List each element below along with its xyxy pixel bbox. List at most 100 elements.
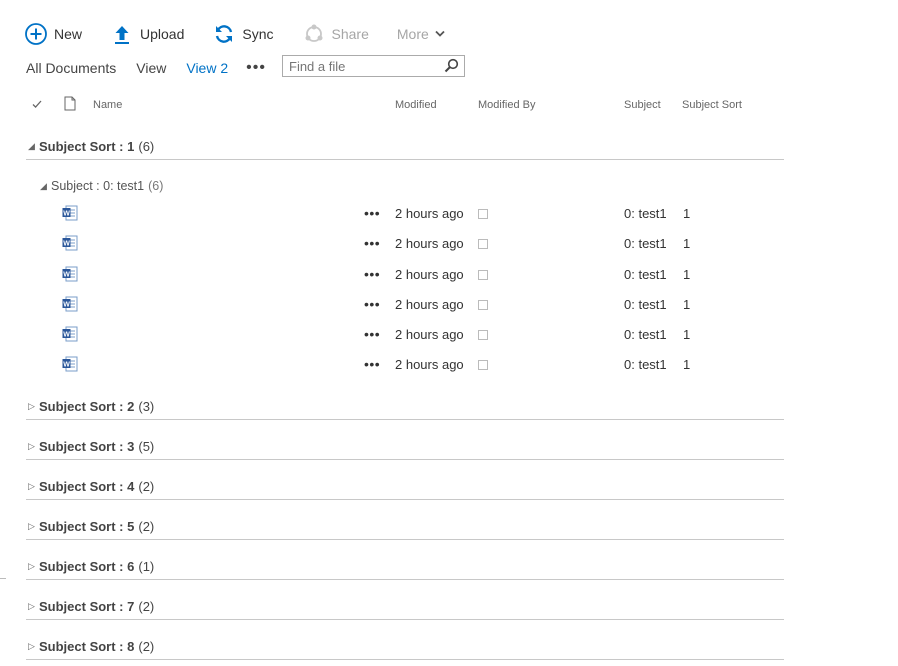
group-label: Subject Sort : 8 — [39, 639, 135, 654]
modified-by-checkbox[interactable] — [478, 239, 488, 249]
group-count: (3) — [138, 399, 155, 414]
column-subject[interactable]: Subject — [624, 99, 661, 111]
find-a-file-search — [282, 55, 465, 77]
row-ellipsis-icon[interactable]: ••• — [364, 296, 380, 312]
table-row[interactable]: W ••• 2 hours ago 0: test1 1 — [26, 260, 784, 290]
new-button[interactable]: New — [24, 22, 82, 46]
modified-by-checkbox[interactable] — [478, 360, 488, 370]
plus-circle-icon — [24, 22, 48, 46]
more-label: More — [396, 26, 429, 42]
subgroup-count: (6) — [148, 179, 164, 193]
search-input[interactable] — [283, 56, 439, 76]
modified-value: 2 hours ago — [395, 236, 464, 251]
modified-by-checkbox[interactable] — [478, 330, 488, 340]
upload-button[interactable]: Upload — [110, 22, 184, 46]
search-icon[interactable] — [444, 58, 459, 78]
view-view[interactable]: View — [136, 60, 166, 76]
upload-arrow-icon — [110, 22, 134, 46]
column-modified[interactable]: Modified — [395, 99, 437, 111]
group-label: Subject Sort : 3 — [39, 439, 135, 454]
subject-sort-value: 1 — [683, 267, 691, 282]
caret-right-icon: ▷ — [28, 521, 35, 531]
group-title: ▷ Subject Sort : 6 (1) — [28, 559, 154, 574]
table-row[interactable]: W ••• 2 hours ago 0: test1 1 — [26, 350, 784, 380]
chevron-down-icon — [435, 30, 445, 38]
subject-value: 0: test1 — [624, 236, 667, 251]
group-count: (2) — [138, 639, 155, 654]
select-all-checkmark-icon[interactable] — [32, 99, 42, 112]
word-document-icon[interactable]: W — [62, 235, 78, 254]
group-header-5[interactable]: ▷ Subject Sort : 5 (2) — [26, 513, 784, 540]
word-document-icon[interactable]: W — [62, 326, 78, 345]
subject-sort-value: 1 — [683, 357, 691, 372]
caret-right-icon: ▷ — [28, 641, 35, 651]
word-document-icon[interactable]: W — [62, 266, 78, 285]
row-ellipsis-icon[interactable]: ••• — [364, 266, 380, 282]
group-header-4[interactable]: ▷ Subject Sort : 4 (2) — [26, 473, 784, 500]
file-type-header-icon[interactable] — [64, 96, 76, 114]
caret-right-icon: ▷ — [28, 481, 35, 491]
more-button[interactable]: More — [397, 26, 445, 42]
row-ellipsis-icon[interactable]: ••• — [364, 235, 380, 251]
group-title: ▷ Subject Sort : 2 (3) — [28, 399, 154, 414]
sync-icon — [212, 22, 236, 46]
group-label: Subject Sort : 2 — [39, 399, 135, 414]
word-document-icon[interactable]: W — [62, 356, 78, 375]
view-switcher: All Documents View View 2 ••• — [26, 58, 266, 78]
more-views-ellipsis-icon[interactable]: ••• — [246, 59, 266, 77]
subject-value: 0: test1 — [624, 297, 667, 312]
command-toolbar: New Upload Sync Share More — [24, 20, 473, 48]
group-header-1[interactable]: ◢ Subject Sort : 1 (6) — [26, 133, 784, 160]
group-title: ▷ Subject Sort : 8 (2) — [28, 639, 154, 654]
table-row[interactable]: W ••• 2 hours ago 0: test1 1 — [26, 290, 784, 320]
group-label: Subject Sort : 5 — [39, 519, 135, 534]
row-ellipsis-icon[interactable]: ••• — [364, 356, 380, 372]
table-row[interactable]: W ••• 2 hours ago 0: test1 1 — [26, 320, 784, 350]
modified-value: 2 hours ago — [395, 206, 464, 221]
modified-by-checkbox[interactable] — [478, 209, 488, 219]
caret-down-icon: ◢ — [28, 141, 35, 151]
share-label: Share — [331, 26, 369, 42]
row-ellipsis-icon[interactable]: ••• — [364, 326, 380, 342]
group-count: (2) — [138, 519, 155, 534]
modified-value: 2 hours ago — [395, 267, 464, 282]
group-count: (2) — [138, 599, 155, 614]
row-ellipsis-icon[interactable]: ••• — [364, 205, 380, 221]
subgroup-header[interactable]: ◢ Subject : 0: test1 (6) — [40, 179, 163, 193]
group-header-6[interactable]: ▷ Subject Sort : 6 (1) — [26, 553, 784, 580]
word-document-icon[interactable]: W — [62, 205, 78, 224]
column-subject-sort[interactable]: Subject Sort — [682, 99, 742, 111]
caret-down-icon: ◢ — [40, 180, 47, 191]
column-header-row: Name Modified Modified By Subject Subjec… — [0, 96, 800, 115]
word-document-icon[interactable]: W — [62, 296, 78, 315]
svg-text:W: W — [63, 361, 70, 368]
subject-sort-value: 1 — [683, 297, 691, 312]
sync-button[interactable]: Sync — [212, 22, 274, 46]
subject-value: 0: test1 — [624, 206, 667, 221]
group-header-8[interactable]: ▷ Subject Sort : 8 (2) — [26, 633, 784, 660]
group-count: (2) — [138, 479, 155, 494]
modified-by-checkbox[interactable] — [478, 270, 488, 280]
subject-sort-value: 1 — [683, 206, 691, 221]
modified-value: 2 hours ago — [395, 297, 464, 312]
svg-text:W: W — [63, 331, 70, 338]
group-title: ▷ Subject Sort : 3 (5) — [28, 439, 154, 454]
group-header-7[interactable]: ▷ Subject Sort : 7 (2) — [26, 593, 784, 620]
group-header-3[interactable]: ▷ Subject Sort : 3 (5) — [26, 433, 784, 460]
column-name[interactable]: Name — [93, 99, 122, 111]
view-all-documents[interactable]: All Documents — [26, 60, 116, 76]
caret-right-icon: ▷ — [28, 561, 35, 571]
table-row[interactable]: W ••• 2 hours ago 0: test1 1 — [26, 229, 784, 259]
subject-value: 0: test1 — [624, 357, 667, 372]
share-button[interactable]: Share — [302, 22, 369, 46]
modified-value: 2 hours ago — [395, 357, 464, 372]
view-view-2[interactable]: View 2 — [186, 60, 228, 76]
subject-sort-value: 1 — [683, 236, 691, 251]
column-modified-by[interactable]: Modified By — [478, 99, 535, 111]
modified-by-checkbox[interactable] — [478, 300, 488, 310]
edge-divider — [0, 578, 6, 579]
sync-label: Sync — [242, 26, 274, 42]
group-label: Subject Sort : 4 — [39, 479, 135, 494]
group-header-2[interactable]: ▷ Subject Sort : 2 (3) — [26, 393, 784, 420]
table-row[interactable]: W ••• 2 hours ago 0: test1 1 — [26, 199, 784, 229]
